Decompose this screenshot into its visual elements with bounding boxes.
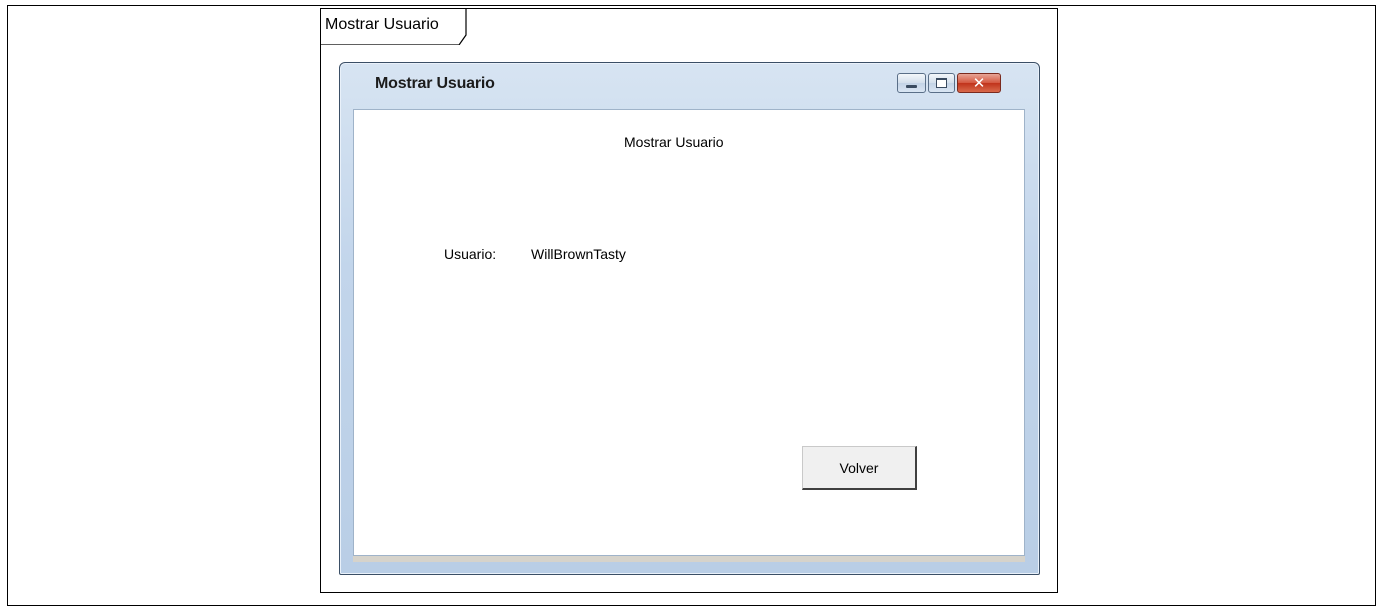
user-label: Usuario: <box>444 246 497 262</box>
frame-tab: Mostrar Usuario <box>321 9 467 45</box>
form-heading: Mostrar Usuario <box>624 134 724 150</box>
user-value: WillBrownTasty <box>531 246 626 262</box>
dialog-window: Mostrar Usuario ✕ Mostrar Usuario Usuari… <box>339 62 1040 575</box>
status-strip <box>353 556 1025 562</box>
maximize-icon <box>929 74 954 92</box>
diagram-frame: Mostrar Usuario Mostrar Usuario ✕ Mostra… <box>320 8 1058 593</box>
minimize-icon <box>898 74 925 92</box>
maximize-button[interactable] <box>928 73 955 93</box>
close-button[interactable]: ✕ <box>957 73 1001 93</box>
frame-tab-label: Mostrar Usuario <box>325 16 439 33</box>
back-button[interactable]: Volver <box>802 446 917 490</box>
close-icon: ✕ <box>972 73 986 92</box>
minimize-button[interactable] <box>897 73 926 93</box>
window-title: Mostrar Usuario <box>375 75 495 92</box>
window-client-area: Mostrar Usuario Usuario: WillBrownTasty … <box>353 109 1025 556</box>
